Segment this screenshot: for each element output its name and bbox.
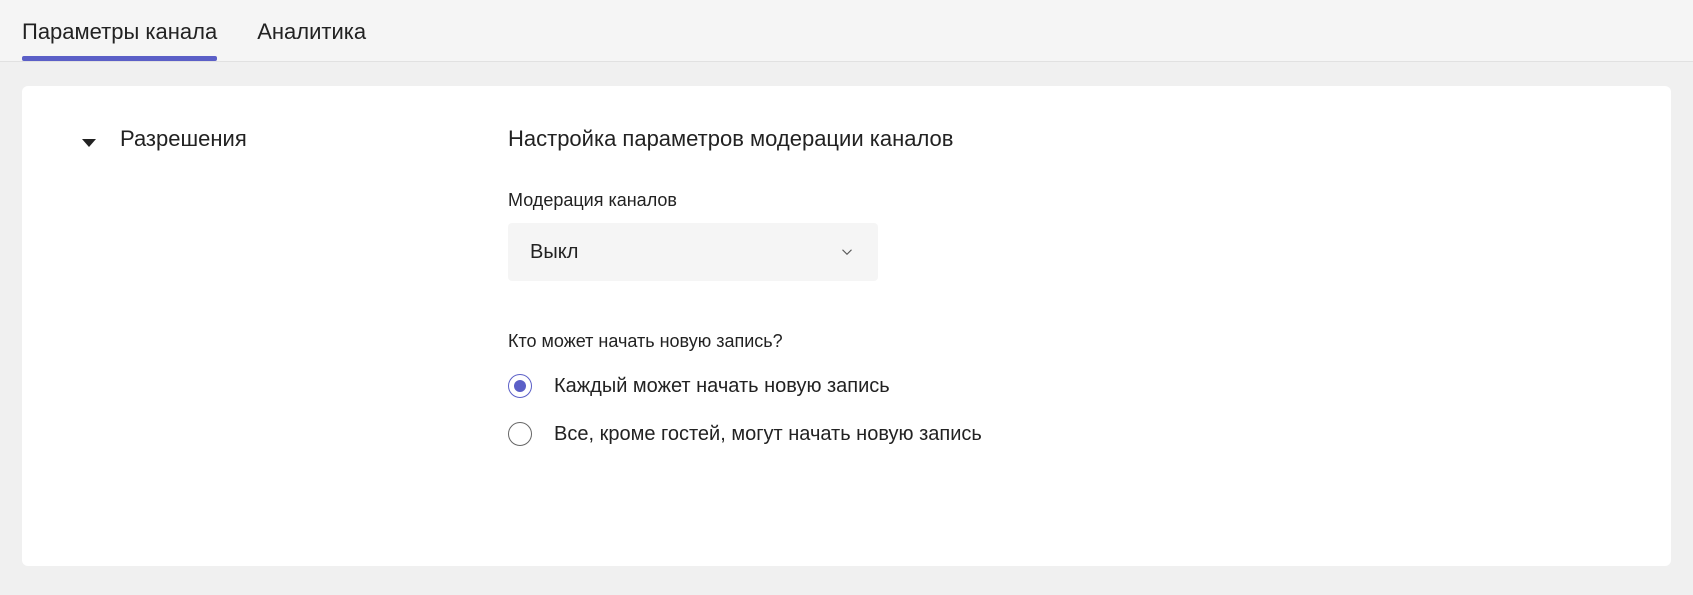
who-can-post-question: Кто может начать новую запись? — [508, 331, 1611, 352]
tab-channel-settings[interactable]: Параметры канала — [22, 2, 217, 59]
panel-row: Разрешения Настройка параметров модераци… — [82, 126, 1611, 470]
caret-down-icon — [82, 139, 96, 147]
radio-icon — [508, 422, 532, 446]
tabs-bar: Параметры канала Аналитика — [0, 0, 1693, 62]
moderation-dropdown[interactable]: Выкл — [508, 223, 878, 281]
section-content: Настройка параметров модерации каналов М… — [508, 126, 1611, 470]
section-header[interactable]: Разрешения — [82, 126, 508, 152]
radio-label: Каждый может начать новую запись — [554, 375, 890, 398]
settings-panel: Разрешения Настройка параметров модераци… — [22, 86, 1671, 566]
section-label: Разрешения — [120, 126, 247, 152]
radio-option-except-guests[interactable]: Все, кроме гостей, могут начать новую за… — [508, 422, 1611, 446]
chevron-down-icon — [838, 243, 856, 261]
dropdown-value: Выкл — [530, 241, 578, 264]
tab-analytics[interactable]: Аналитика — [257, 2, 366, 59]
content-heading: Настройка параметров модерации каналов — [508, 126, 1611, 152]
radio-option-everyone[interactable]: Каждый может начать новую запись — [508, 374, 1611, 398]
moderation-label: Модерация каналов — [508, 190, 1611, 211]
radio-icon — [508, 374, 532, 398]
radio-label: Все, кроме гостей, могут начать новую за… — [554, 423, 982, 446]
